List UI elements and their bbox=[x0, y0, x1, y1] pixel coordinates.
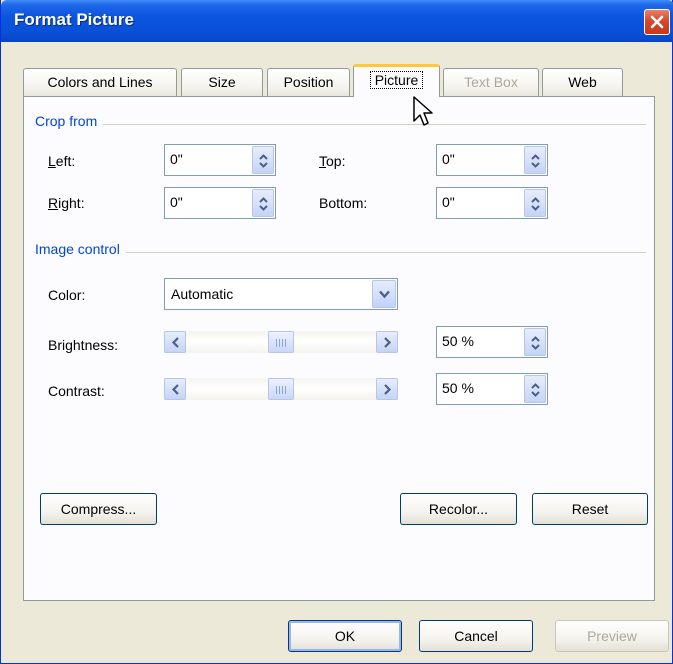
title-bar[interactable]: Format Picture bbox=[1, 0, 673, 42]
grip-icon bbox=[276, 386, 287, 394]
brightness-slider-thumb[interactable] bbox=[268, 331, 294, 353]
tab-strip: Colors and Lines Size Position Picture T… bbox=[23, 64, 653, 97]
image-control-heading: Image control bbox=[35, 241, 126, 257]
chevron-left-icon bbox=[171, 384, 179, 395]
contrast-slider-thumb[interactable] bbox=[268, 378, 294, 400]
brightness-increase-button[interactable] bbox=[376, 331, 398, 353]
crop-top-value: 0" bbox=[442, 151, 455, 167]
spin-arrows[interactable] bbox=[252, 189, 274, 217]
spin-arrows[interactable] bbox=[524, 328, 546, 356]
brightness-value: 50 % bbox=[442, 333, 474, 349]
preview-button: Preview bbox=[555, 620, 669, 652]
tab-picture[interactable]: Picture bbox=[353, 64, 440, 97]
tab-label: Web bbox=[568, 74, 597, 90]
contrast-decrease-button[interactable] bbox=[164, 378, 186, 400]
picture-tab-panel: Crop from Left: 0" Right: 0" Top: 0" Bot… bbox=[23, 96, 655, 601]
right-label: Right: bbox=[48, 195, 85, 211]
brightness-label: Brightness: bbox=[48, 337, 119, 353]
chevron-down-icon bbox=[379, 290, 390, 299]
crop-left-value: 0" bbox=[170, 151, 183, 167]
left-label-text: eft: bbox=[55, 153, 76, 169]
right-label-text: ight: bbox=[58, 195, 85, 211]
spin-arrows[interactable] bbox=[524, 146, 546, 174]
tab-label: Text Box bbox=[464, 74, 518, 90]
ok-button[interactable]: OK bbox=[288, 620, 402, 652]
top-label-text: op: bbox=[326, 153, 346, 169]
tab-label: Size bbox=[208, 74, 236, 90]
crop-bottom-value: 0" bbox=[442, 194, 455, 210]
contrast-increase-button[interactable] bbox=[376, 378, 398, 400]
dropdown-button[interactable] bbox=[372, 280, 396, 308]
close-icon bbox=[650, 15, 664, 29]
chevron-left-icon bbox=[171, 337, 179, 348]
chevron-right-icon bbox=[384, 384, 392, 395]
crop-bottom-spinner[interactable]: 0" bbox=[436, 187, 548, 219]
up-down-arrows-icon bbox=[531, 383, 540, 397]
spin-arrows[interactable] bbox=[524, 189, 546, 217]
color-dropdown[interactable]: Automatic bbox=[164, 278, 398, 310]
contrast-slider[interactable] bbox=[164, 378, 398, 400]
crop-top-spinner[interactable]: 0" bbox=[436, 144, 548, 176]
close-button[interactable] bbox=[644, 9, 670, 35]
grip-icon bbox=[276, 339, 287, 347]
tab-colors-and-lines[interactable]: Colors and Lines bbox=[23, 68, 177, 96]
tab-label: Colors and Lines bbox=[47, 74, 153, 90]
left-label: Left: bbox=[48, 153, 76, 169]
crop-right-spinner[interactable]: 0" bbox=[164, 187, 276, 219]
bottom-label-text: Bottom: bbox=[319, 195, 368, 211]
contrast-value: 50 % bbox=[442, 380, 474, 396]
contrast-label: Contrast: bbox=[48, 383, 105, 399]
tab-size[interactable]: Size bbox=[181, 68, 263, 96]
brightness-decrease-button[interactable] bbox=[164, 331, 186, 353]
up-down-arrows-icon bbox=[259, 197, 268, 211]
reset-button[interactable]: Reset bbox=[532, 493, 648, 525]
compress-button[interactable]: Compress... bbox=[40, 493, 157, 525]
up-down-arrows-icon bbox=[531, 154, 540, 168]
dialog-title: Format Picture bbox=[14, 10, 134, 29]
up-down-arrows-icon bbox=[259, 154, 268, 168]
crop-left-spinner[interactable]: 0" bbox=[164, 144, 276, 176]
color-label: Color: bbox=[48, 287, 86, 303]
tab-position[interactable]: Position bbox=[267, 68, 350, 96]
color-dropdown-value: Automatic bbox=[171, 286, 234, 302]
spin-arrows[interactable] bbox=[252, 146, 274, 174]
brightness-slider[interactable] bbox=[164, 331, 398, 353]
chevron-right-icon bbox=[384, 337, 392, 348]
tab-label: Position bbox=[283, 74, 334, 90]
crop-right-value: 0" bbox=[170, 194, 183, 210]
cancel-button[interactable]: Cancel bbox=[419, 620, 533, 652]
brightness-spinner[interactable]: 50 % bbox=[436, 326, 548, 358]
up-down-arrows-icon bbox=[531, 336, 540, 350]
bottom-label: Bottom: bbox=[319, 195, 367, 211]
up-down-arrows-icon bbox=[531, 197, 540, 211]
crop-from-heading: Crop from bbox=[35, 113, 104, 129]
tab-web[interactable]: Web bbox=[542, 68, 623, 96]
contrast-spinner[interactable]: 50 % bbox=[436, 373, 548, 405]
mouse-pointer-icon bbox=[413, 96, 433, 126]
group-divider bbox=[34, 124, 646, 125]
format-picture-dialog: Format Picture Colors and Lines Size Pos… bbox=[0, 0, 673, 664]
spin-arrows[interactable] bbox=[524, 375, 546, 403]
tab-text-box: Text Box bbox=[443, 68, 539, 96]
recolor-button[interactable]: Recolor... bbox=[400, 493, 517, 525]
tab-label: Picture bbox=[369, 71, 424, 89]
top-label: Top: bbox=[319, 153, 346, 169]
